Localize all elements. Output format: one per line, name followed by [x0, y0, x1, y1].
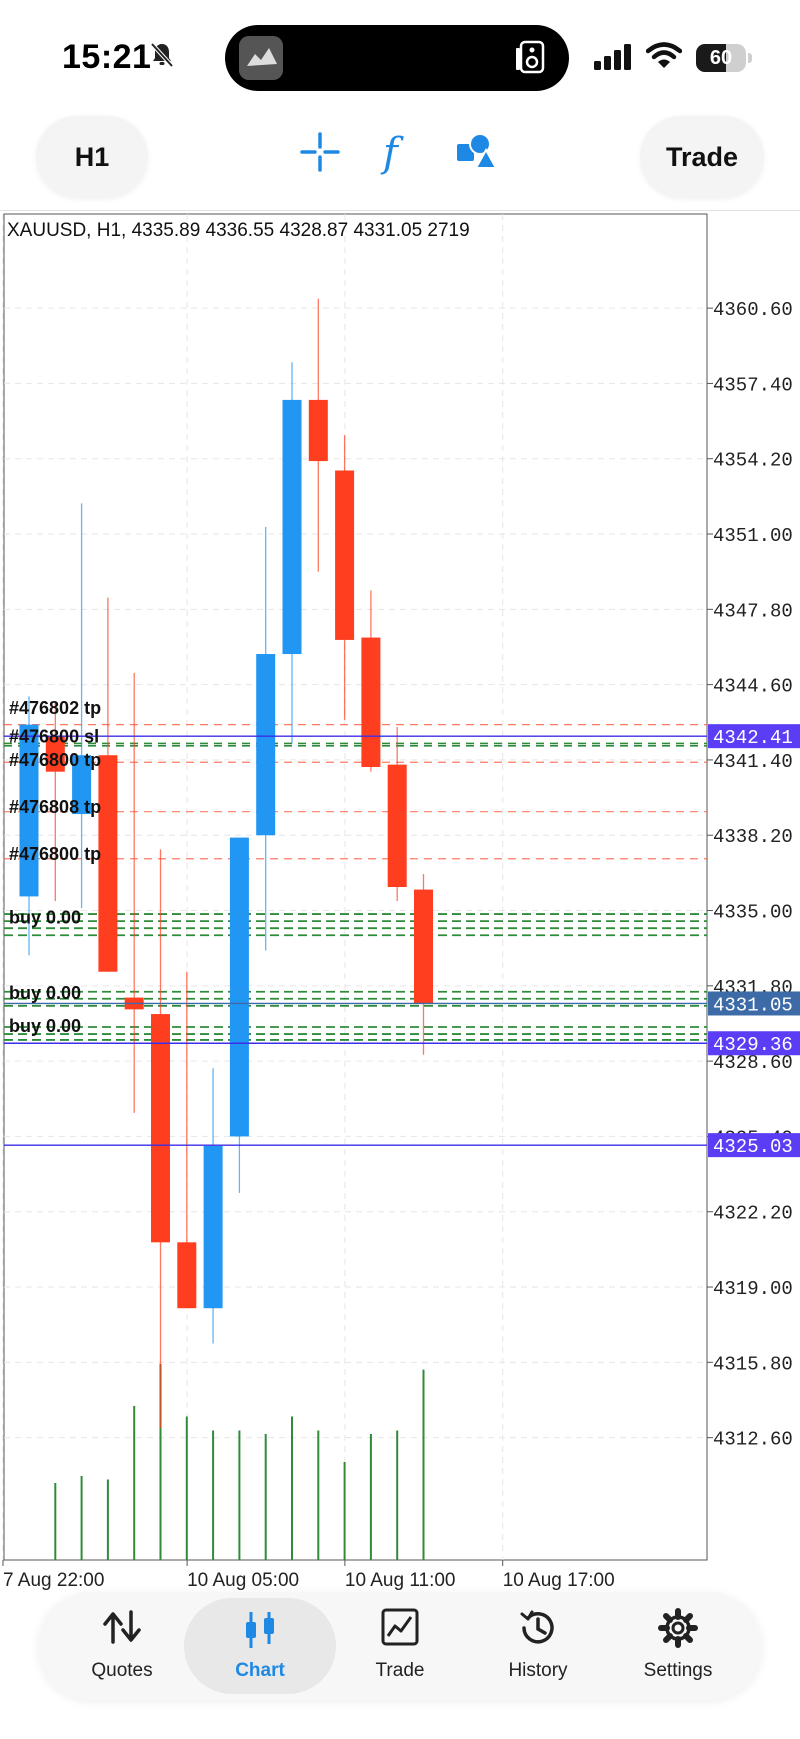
bottom-navigation: Quotes Chart Trade History Settings [38, 1592, 762, 1700]
x-tick-label: 10 Aug 11:00 [345, 1570, 456, 1591]
timeframe-button[interactable]: H1 [36, 116, 148, 198]
order-label: #476808 tp [9, 797, 101, 817]
trade-icon [381, 1608, 419, 1646]
status-time: 15:21 [62, 38, 152, 76]
app-thumbnail-icon [239, 36, 283, 80]
order-label: buy 0.00 [9, 1016, 81, 1036]
battery-indicator: 60 [696, 44, 754, 72]
order-label: #476800 tp [9, 750, 101, 770]
y-tick-label: 4319.00 [713, 1278, 793, 1300]
price-badge: 4325.03 [708, 1133, 800, 1158]
gear-icon [658, 1608, 698, 1648]
chart-icon [246, 1612, 274, 1648]
price-badge: 4342.41 [708, 724, 800, 749]
candle-body [229, 837, 249, 1137]
y-tick-label: 4341.40 [713, 751, 793, 773]
x-tick-label: 7 Aug 22:00 [3, 1570, 104, 1591]
chart-toolbar: H1 f Trade [0, 110, 800, 210]
price-badge-label: 4325.03 [713, 1136, 793, 1158]
nav-quotes[interactable]: Quotes [52, 1592, 192, 1700]
nav-chart-label: Chart [235, 1660, 285, 1681]
y-tick-label: 4354.20 [713, 450, 793, 472]
x-tick-label: 10 Aug 05:00 [187, 1570, 299, 1591]
y-tick-label: 4351.00 [713, 525, 793, 547]
y-tick-label: 4360.60 [713, 299, 793, 321]
candle-body [361, 637, 381, 767]
order-label: #476800 tp [9, 844, 101, 864]
history-icon [520, 1610, 554, 1644]
price-badge-label: 4331.05 [713, 994, 793, 1016]
objects-shapes-icon[interactable] [456, 132, 496, 170]
y-tick-label: 4322.20 [713, 1203, 793, 1225]
nav-quotes-label: Quotes [91, 1660, 153, 1681]
nav-settings-label: Settings [643, 1660, 713, 1681]
quotes-icon [103, 1610, 141, 1644]
y-tick-label: 4312.60 [713, 1429, 793, 1451]
chart-canvas[interactable]: #476802 tp #476800 sl #476800 tp #476808 tp… [0, 212, 800, 1595]
candle-body [335, 470, 355, 640]
nav-trade-label: Trade [375, 1660, 425, 1681]
status-bar: 15:21 60 [0, 0, 800, 110]
price-badge: 4331.05 [708, 991, 800, 1016]
y-tick-label: 4357.40 [713, 374, 793, 396]
nav-history[interactable]: History [468, 1592, 608, 1700]
price-badge-label: 4342.41 [713, 727, 793, 749]
toolbar-divider [0, 210, 800, 211]
speaker-icon [516, 40, 545, 74]
nav-chart[interactable]: Chart [184, 1598, 336, 1694]
candle-body [387, 764, 407, 887]
wifi-icon [646, 42, 682, 68]
price-chart[interactable]: #476802 tp #476800 sl #476800 tp #476808 tp… [0, 212, 800, 1595]
chart-title: XAUUSD, H1, 4335.89 4336.55 4328.87 4331… [7, 220, 470, 241]
y-tick-label: 4338.20 [713, 826, 793, 848]
battery-tip [748, 53, 752, 63]
candle-body [151, 1014, 170, 1243]
candle-body [282, 399, 302, 655]
candle-body [98, 755, 118, 972]
nav-history-label: History [508, 1660, 568, 1681]
order-label: buy 0.00 [9, 908, 81, 928]
order-label: #476802 tp [9, 698, 101, 718]
y-tick-label: 4315.80 [713, 1353, 793, 1375]
crosshair-icon[interactable] [300, 132, 340, 172]
nav-settings[interactable]: Settings [608, 1592, 748, 1700]
y-tick-label: 4335.00 [713, 902, 793, 924]
nav-trade[interactable]: Trade [330, 1592, 470, 1700]
candle-body [414, 889, 433, 1004]
y-tick-label: 4347.80 [713, 600, 793, 622]
indicators-function-icon[interactable]: f [383, 130, 398, 176]
y-tick-label: 4344.60 [713, 676, 793, 698]
candle-body [203, 1145, 223, 1309]
bell-slash-icon [150, 42, 174, 68]
battery-percent: 60 [709, 47, 733, 69]
cellular-signal-icon [594, 44, 631, 70]
candle-body [256, 654, 276, 836]
price-badge: 4329.36 [708, 1031, 800, 1056]
order-label: #476800 sl [9, 726, 99, 746]
order-label: buy 0.00 [9, 983, 81, 1003]
battery-body: 60 [696, 44, 746, 72]
x-tick-label: 10 Aug 17:00 [503, 1570, 615, 1591]
dynamic-island [225, 25, 569, 91]
candle-body [177, 1242, 197, 1309]
trade-button[interactable]: Trade [640, 116, 764, 198]
candle-body [308, 399, 328, 462]
price-badge-label: 4329.36 [713, 1034, 793, 1056]
